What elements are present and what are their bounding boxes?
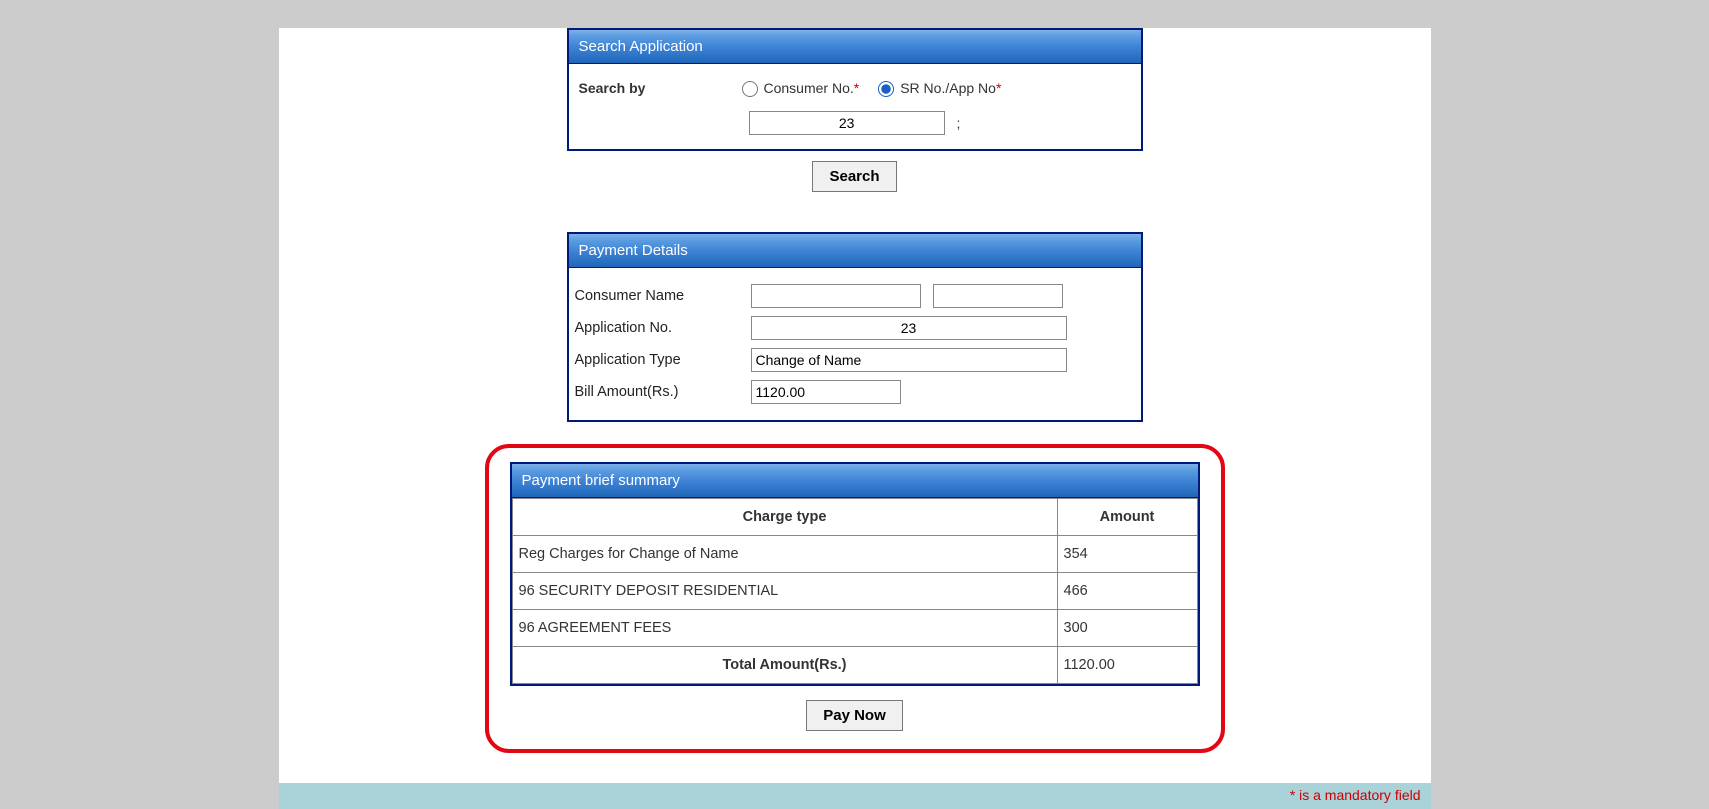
table-row: 96 AGREEMENT FEES 300: [512, 610, 1197, 647]
amount-cell: 354: [1057, 536, 1197, 573]
total-label: Total Amount(Rs.): [512, 647, 1057, 684]
radio-consumer-no-label: Consumer No.: [764, 80, 854, 96]
charge-type-cell: Reg Charges for Change of Name: [512, 536, 1057, 573]
page-content: Search Application Search by Consumer No…: [279, 28, 1431, 783]
search-button-row: Search: [279, 161, 1431, 192]
table-row: 96 SECURITY DEPOSIT RESIDENTIAL 466: [512, 573, 1197, 610]
footer-bar: * is a mandatory field: [279, 783, 1431, 809]
payment-details-body: Consumer Name Application No. Applicatio…: [569, 268, 1141, 420]
semicolon: ;: [957, 115, 961, 131]
charge-type-cell: 96 AGREEMENT FEES: [512, 610, 1057, 647]
search-by-row: Search by Consumer No.* SR No./App No*: [579, 78, 1131, 97]
search-panel-title: Search Application: [569, 30, 1141, 64]
radio-sr-app-no-label: SR No./App No: [900, 80, 996, 96]
application-type-row: Application Type: [575, 348, 1135, 372]
radio-sr-app-no-input[interactable]: [878, 81, 894, 97]
col-amount: Amount: [1057, 499, 1197, 536]
payment-summary-table: Charge type Amount Reg Charges for Chang…: [512, 498, 1198, 684]
amount-cell: 466: [1057, 573, 1197, 610]
amount-cell: 300: [1057, 610, 1197, 647]
consumer-name-field-2[interactable]: [933, 284, 1063, 308]
search-input[interactable]: [749, 111, 945, 135]
payment-details-title: Payment Details: [569, 234, 1141, 268]
table-row: Reg Charges for Change of Name 354: [512, 536, 1197, 573]
asterisk-icon: *: [996, 80, 1001, 96]
search-panel-body: Search by Consumer No.* SR No./App No* ;: [569, 64, 1141, 149]
total-amount: 1120.00: [1057, 647, 1197, 684]
radio-sr-app-no[interactable]: SR No./App No*: [873, 78, 1001, 97]
bill-amount-label: Bill Amount(Rs.): [575, 384, 751, 400]
consumer-name-label: Consumer Name: [575, 288, 751, 304]
charge-type-cell: 96 SECURITY DEPOSIT RESIDENTIAL: [512, 573, 1057, 610]
search-by-label: Search by: [579, 80, 737, 96]
consumer-name-row: Consumer Name: [575, 284, 1135, 308]
bill-amount-field[interactable]: [751, 380, 901, 404]
application-no-row: Application No.: [575, 316, 1135, 340]
col-charge-type: Charge type: [512, 499, 1057, 536]
pay-now-row: Pay Now: [503, 700, 1207, 731]
search-button[interactable]: Search: [812, 161, 896, 192]
application-no-label: Application No.: [575, 320, 751, 336]
search-application-panel: Search Application Search by Consumer No…: [567, 28, 1143, 151]
highlight-annotation: Payment brief summary Charge type Amount…: [485, 444, 1225, 753]
mandatory-field-note: * is a mandatory field: [1290, 787, 1421, 803]
application-no-field[interactable]: [751, 316, 1067, 340]
radio-consumer-no-input[interactable]: [742, 81, 758, 97]
asterisk-icon: *: [854, 80, 859, 96]
bill-amount-row: Bill Amount(Rs.): [575, 380, 1135, 404]
total-row: Total Amount(Rs.) 1120.00: [512, 647, 1197, 684]
table-header-row: Charge type Amount: [512, 499, 1197, 536]
application-type-field[interactable]: [751, 348, 1067, 372]
pay-now-button[interactable]: Pay Now: [806, 700, 903, 731]
payment-summary-title: Payment brief summary: [512, 464, 1198, 498]
application-type-label: Application Type: [575, 352, 751, 368]
payment-summary-panel: Payment brief summary Charge type Amount…: [510, 462, 1200, 686]
search-input-row: ;: [579, 111, 1131, 135]
consumer-name-field-1[interactable]: [751, 284, 921, 308]
radio-consumer-no[interactable]: Consumer No.*: [737, 78, 860, 97]
payment-details-panel: Payment Details Consumer Name Applicatio…: [567, 232, 1143, 422]
